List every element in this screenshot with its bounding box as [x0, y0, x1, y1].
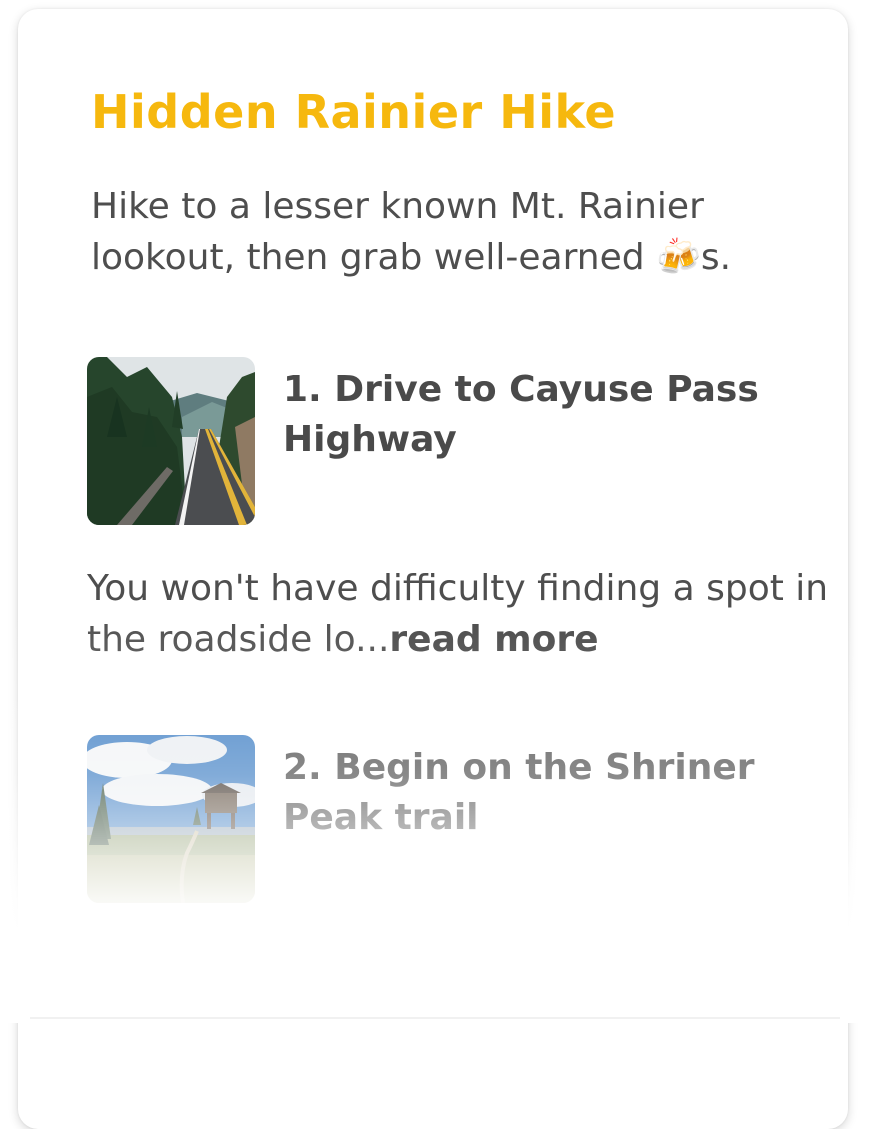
itinerary-card: Hidden Rainier Hike Hike to a lesser kno…	[18, 9, 848, 1129]
step-title[interactable]: 1. Drive to Cayuse Pass Highway	[283, 365, 823, 465]
highway-thumbnail[interactable]	[87, 357, 255, 525]
card-title: Hidden Rainier Hike	[91, 85, 617, 139]
read-more-link[interactable]: read more	[389, 619, 598, 660]
lookout-thumbnail[interactable]	[87, 735, 255, 903]
card-description: Hike to a lesser known Mt. Rainier looko…	[91, 186, 732, 278]
divider	[30, 1017, 840, 1019]
step-excerpt: You won't have difficulty finding a spot…	[87, 563, 847, 665]
step-title[interactable]: 2. Begin on the Shriner Peak trail	[283, 743, 823, 843]
